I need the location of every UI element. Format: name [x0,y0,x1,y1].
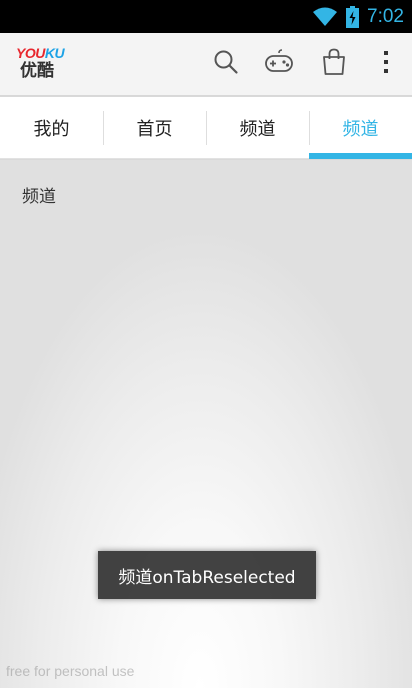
shop-button[interactable] [318,48,350,80]
youku-logo[interactable]: YOUKU 优酷 [16,46,68,84]
toast-text: 频道onTabReselected [118,567,296,588]
search-icon [213,49,239,79]
game-button[interactable] [263,48,295,80]
toast-message: 频道onTabReselected [98,551,316,599]
status-time: 7:02 [367,5,404,27]
search-button[interactable] [210,48,242,80]
overflow-menu-icon [382,49,390,79]
logo-cn-text: 优酷 [20,61,54,81]
logo-brand: YOUKU [16,45,65,61]
battery-charging-icon [346,5,360,28]
content-label: 频道 [22,187,56,207]
tab-bar: 我的 首页 频道 频道 [0,97,412,159]
shopping-bag-icon [321,48,347,80]
status-bar: 7:02 [0,0,412,33]
tab-channel[interactable]: 频道 [206,97,309,158]
content-area: 频道 频道onTabReselected free for personal u… [0,160,412,688]
watermark: free for personal use [6,663,135,679]
tab-channel-selected[interactable]: 频道 [309,97,412,159]
tab-home[interactable]: 首页 [103,97,206,158]
gamepad-icon [264,49,294,79]
tab-mine[interactable]: 我的 [0,97,103,158]
overflow-menu-button[interactable] [370,48,402,80]
action-bar: YOUKU 优酷 [0,33,412,96]
wifi-icon [312,7,338,27]
